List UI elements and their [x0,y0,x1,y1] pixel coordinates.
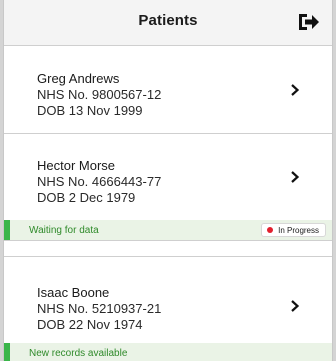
status-bar: Waiting for data In Progress [4,220,332,240]
app-header: Patients [4,0,332,46]
patient-card[interactable]: Hector Morse NHS No. 4666443-77 DOB 2 De… [4,134,332,241]
status-bar: New records available [4,343,332,361]
chevron-right-icon[interactable] [288,170,302,184]
patients-screen: Patients Greg Andrews NHS No. 9800567-12… [3,0,333,361]
patient-dob: DOB 2 Dec 1979 [37,190,136,205]
page-title: Patients [138,12,198,29]
patient-dob: DOB 22 Nov 1974 [37,317,143,332]
logout-icon[interactable] [298,12,320,32]
patient-list: Greg Andrews NHS No. 9800567-12 DOB 13 N… [4,47,332,361]
status-badge: In Progress [261,223,326,237]
chevron-right-icon[interactable] [288,299,302,313]
patient-dob: DOB 13 Nov 1999 [37,103,143,118]
badge-label: In Progress [278,225,319,235]
patient-card-body[interactable]: Hector Morse NHS No. 4666443-77 DOB 2 De… [4,134,332,220]
list-spacer [4,241,332,257]
status-text: New records available [29,347,128,359]
chevron-right-icon[interactable] [288,83,302,97]
patient-card-body[interactable]: Isaac Boone NHS No. 5210937-21 DOB 22 No… [4,257,332,343]
patient-card[interactable]: Isaac Boone NHS No. 5210937-21 DOB 22 No… [4,257,332,361]
patient-card[interactable]: Greg Andrews NHS No. 9800567-12 DOB 13 N… [4,47,332,134]
status-dot-icon [267,227,274,233]
status-text: Waiting for data [29,224,99,236]
patient-card-body[interactable]: Greg Andrews NHS No. 9800567-12 DOB 13 N… [4,47,332,133]
